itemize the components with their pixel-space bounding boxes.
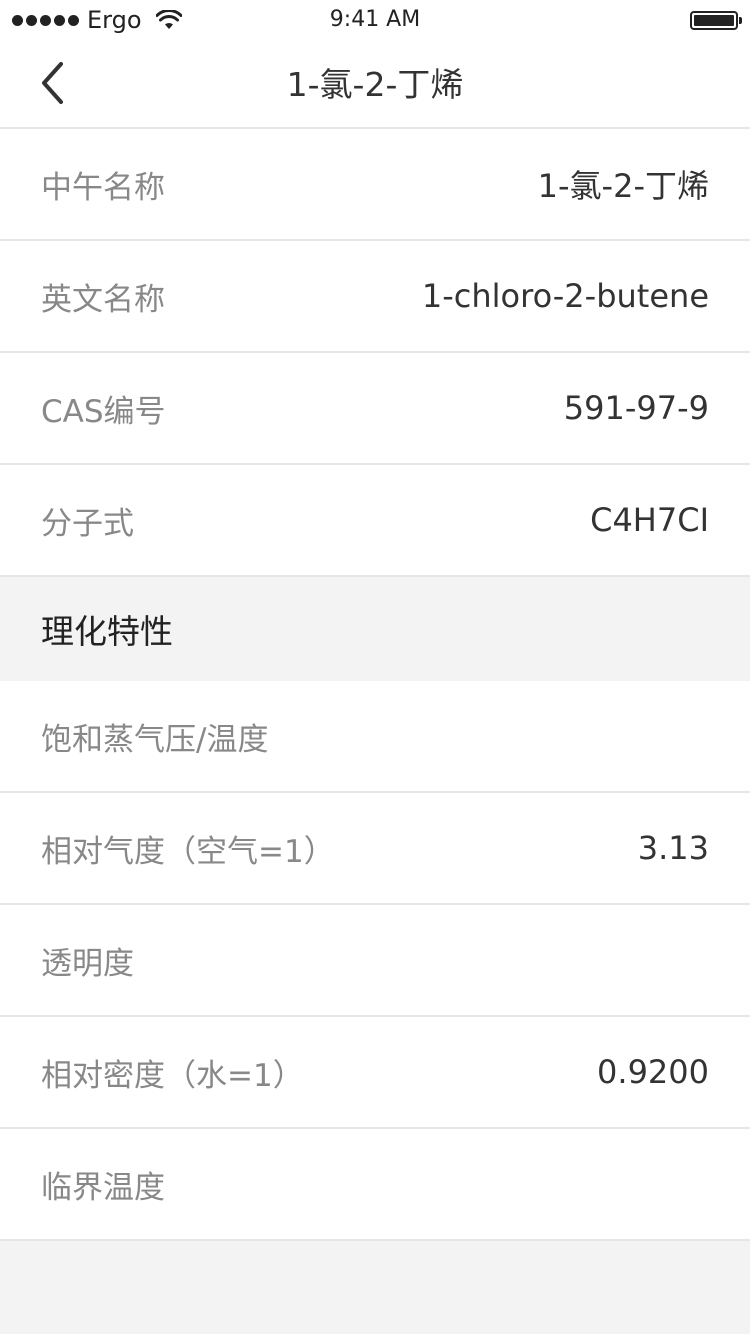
row-label: 临界温度 [41, 1169, 165, 1206]
list-item-relative-vapor-density: 相对气度（空气=1） 3.13 [0, 793, 750, 905]
chevron-left-icon [42, 62, 63, 104]
row-label: 英文名称 [41, 281, 165, 318]
row-label: 饱和蒸气压/温度 [41, 721, 269, 758]
list-item-critical-temperature: 临界温度 [0, 1129, 750, 1241]
section-title: 理化特性 [41, 612, 173, 651]
list-item-transparency: 透明度 [0, 905, 750, 1017]
row-value: 591-97-9 [563, 389, 709, 427]
screen: Ergo 9:41 AM 1-氯-2-丁烯 中午名称 1-氯-2-丁烯 英文名称… [0, 0, 750, 1334]
row-value: 1-氯-2-丁烯 [537, 167, 709, 205]
row-label: 相对密度（水=1） [41, 1057, 304, 1094]
list-item-cas-number: CAS编号 591-97-9 [0, 353, 750, 465]
row-value: C4H7CI [590, 501, 709, 539]
row-label: CAS编号 [41, 393, 166, 430]
page-title: 1-氯-2-丁烯 [286, 65, 464, 104]
list-item-english-name: 英文名称 1-chloro-2-butene [0, 241, 750, 353]
list-item-vapor-pressure: 饱和蒸气压/温度 [0, 681, 750, 793]
row-label: 分子式 [41, 505, 134, 542]
basic-info-list: 中午名称 1-氯-2-丁烯 英文名称 1-chloro-2-butene CAS… [0, 129, 750, 577]
list-item-chinese-name: 中午名称 1-氯-2-丁烯 [0, 129, 750, 241]
row-value: 0.9200 [597, 1053, 709, 1091]
navigation-bar: 1-氯-2-丁烯 [0, 40, 750, 129]
back-button[interactable] [30, 58, 74, 108]
row-label: 相对气度（空气=1） [41, 833, 335, 870]
list-item-relative-density: 相对密度（水=1） 0.9200 [0, 1017, 750, 1129]
status-time: 9:41 AM [329, 7, 421, 32]
section-header: 理化特性 [0, 577, 750, 681]
status-bar: Ergo 9:41 AM [0, 0, 750, 40]
properties-list: 饱和蒸气压/温度 相对气度（空气=1） 3.13 透明度 相对密度（水=1） 0… [0, 681, 750, 1241]
row-value: 1-chloro-2-butene [421, 277, 709, 315]
row-label: 中午名称 [41, 169, 165, 206]
list-item-molecular-formula: 分子式 C4H7CI [0, 465, 750, 577]
row-value: 3.13 [637, 829, 709, 867]
row-label: 透明度 [41, 945, 134, 982]
battery-icon [690, 11, 742, 30]
